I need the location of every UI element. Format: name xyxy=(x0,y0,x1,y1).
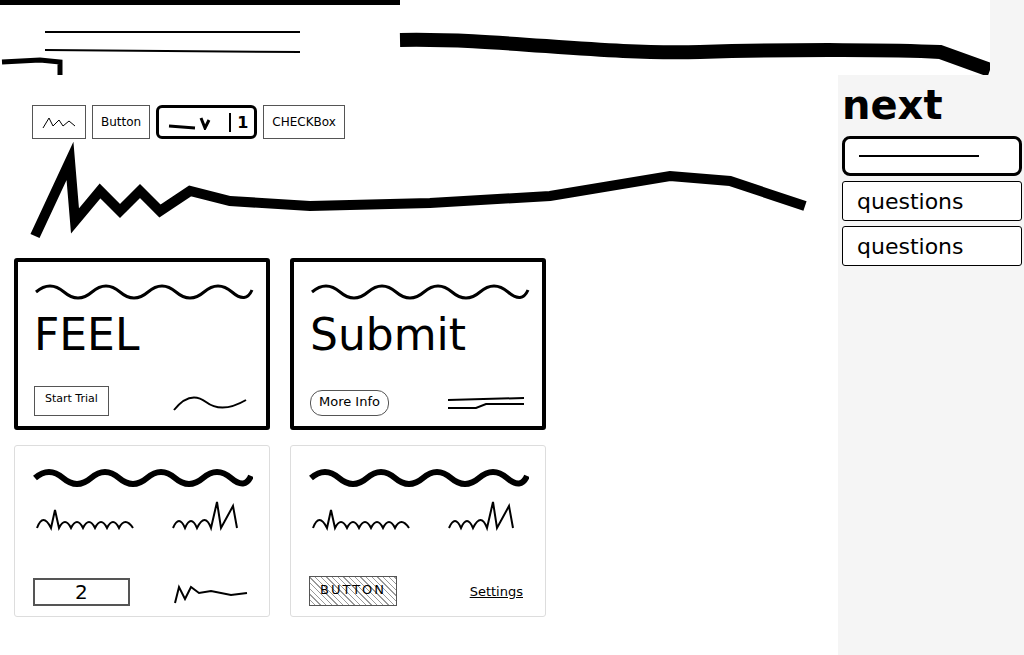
scribble-button[interactable] xyxy=(32,105,86,139)
text-button[interactable]: Button xyxy=(92,105,150,139)
scribble-icon xyxy=(171,579,251,605)
card-grid: FEEL Start Trial Submit More Info 2 BUTTON Set… xyxy=(0,241,838,617)
card-heading: Submit xyxy=(310,302,526,368)
body: Button 1 CHECKBox FEEL Start Trial Submit More… xyxy=(0,75,1024,655)
card-button[interactable]: BUTTON xyxy=(309,576,397,606)
wave-icon xyxy=(310,280,530,302)
card[interactable]: 2 xyxy=(14,445,270,617)
scribble-icon xyxy=(165,114,225,130)
card-button[interactable]: More Info xyxy=(310,390,389,416)
header-scribble-icon xyxy=(0,0,990,75)
line-icon xyxy=(859,151,979,161)
wave-icon xyxy=(33,466,253,488)
scribble-icon xyxy=(170,388,250,414)
wave-icon xyxy=(309,466,529,488)
title-scribble-icon xyxy=(30,141,810,241)
handwriting-scribble-icon xyxy=(309,492,529,542)
toggle-label: 1 xyxy=(229,113,248,132)
question-button[interactable]: questions xyxy=(842,226,1022,266)
sidebar-title: next xyxy=(842,79,1022,131)
main-area: Button 1 CHECKBox FEEL Start Trial Submit More… xyxy=(0,75,838,655)
card-footer: BUTTON Settings xyxy=(309,576,527,606)
wave-icon xyxy=(34,280,254,302)
card-footer: Start Trial xyxy=(34,386,250,416)
scribble-icon xyxy=(446,390,526,416)
wireframe-page: Button 1 CHECKBox FEEL Start Trial Submit More… xyxy=(0,0,1024,655)
toolbar: Button 1 CHECKBox xyxy=(0,75,838,139)
toggle-button[interactable]: 1 xyxy=(156,105,257,139)
scribble-icon xyxy=(41,114,77,130)
card[interactable]: BUTTON Settings xyxy=(290,445,546,617)
sidebar-button[interactable] xyxy=(842,136,1022,176)
header-edge xyxy=(990,0,1024,75)
sidebar: next questions questions xyxy=(838,75,1024,655)
card-button[interactable]: 2 xyxy=(33,578,130,606)
question-button[interactable]: questions xyxy=(842,181,1022,221)
card-footer: 2 xyxy=(33,578,251,606)
checkbox-button[interactable]: CHECKBox xyxy=(263,105,345,139)
settings-link[interactable]: Settings xyxy=(470,584,527,599)
card-heading: FEEL xyxy=(34,302,250,368)
card[interactable]: Submit More Info xyxy=(290,258,546,430)
card-button[interactable]: Start Trial xyxy=(34,386,109,416)
card-footer: More Info xyxy=(310,390,526,416)
header xyxy=(0,0,1024,75)
handwriting-scribble-icon xyxy=(33,492,253,542)
card[interactable]: FEEL Start Trial xyxy=(14,258,270,430)
